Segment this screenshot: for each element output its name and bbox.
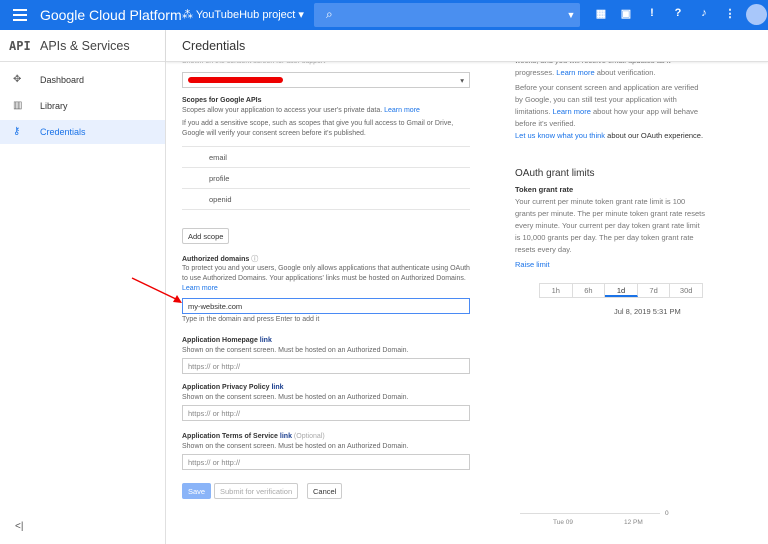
token-rate-title: Token grant rate — [515, 185, 574, 194]
red-arrow-annotation — [131, 277, 182, 303]
dashboard-icon: ✥ — [13, 74, 22, 85]
feedback-link[interactable]: Let us know what you think — [515, 131, 605, 140]
raise-limit-link[interactable]: Raise limit — [515, 259, 705, 271]
chevron-down-icon: ▾ — [460, 76, 464, 85]
x-tick: 12 PM — [624, 519, 643, 526]
add-scope-button[interactable]: Add scope — [182, 228, 230, 244]
page-header: Credentials — [166, 30, 768, 62]
bell-icon[interactable]: ♪ — [697, 7, 711, 19]
label: Library — [40, 101, 68, 111]
text: about verification. — [596, 68, 656, 77]
scopes-title: Scopes for Google APIs — [182, 97, 262, 104]
brand-title[interactable]: Google Cloud Platform — [40, 7, 182, 23]
domain-hint: Type in the domain and press Enter to ad… — [182, 316, 320, 323]
project-icon: ⁂ — [182, 9, 196, 21]
search-dropdown-icon[interactable]: ▼ — [562, 3, 580, 27]
tos-input[interactable]: https:// or http:// — [182, 454, 470, 470]
homepage-input[interactable]: https:// or http:// — [182, 358, 470, 374]
tos-title: Application Terms of Service link (Optio… — [182, 433, 325, 440]
grant-limits-title: OAuth grant limits — [515, 168, 595, 179]
label: Credentials — [40, 127, 86, 137]
search-input[interactable]: ⌕ ▼ — [314, 3, 580, 27]
support-email-select[interactable]: ▾ — [182, 72, 470, 88]
collapse-sidebar-icon[interactable]: <| — [15, 521, 23, 532]
domains-desc: To protect you and your users, Google on… — [182, 265, 470, 282]
x-tick: Tue 09 — [553, 519, 573, 526]
key-icon: ⚷ — [13, 126, 21, 137]
scopes-note: If you add a sensitive scope, such as sc… — [182, 120, 454, 137]
scope-row: openid — [182, 189, 470, 210]
sidebar-title: APIs & Services — [40, 39, 130, 53]
library-icon: ▥ — [13, 100, 23, 111]
gift-icon[interactable]: ▦ — [594, 7, 608, 20]
learn-more-link[interactable]: Learn more — [384, 107, 420, 114]
tos-hint: Shown on the consent screen. Must be hos… — [182, 443, 409, 450]
authorized-domain-input[interactable]: my-website.com — [182, 298, 470, 314]
scope-row: profile — [182, 168, 470, 189]
search-icon: ⌕ — [326, 7, 333, 21]
scopes-list: email profile openid — [182, 146, 470, 210]
label: Dashboard — [40, 75, 85, 85]
top-bar: Google Cloud Platform ⁂ YouTubeHub proje… — [0, 0, 768, 30]
help-icon[interactable]: ⓘ — [251, 256, 258, 263]
token-rate-desc: Your current per minute token grant rate… — [515, 197, 705, 254]
tab-30d[interactable]: 30d — [670, 284, 702, 297]
homepage-title: Application Homepage link — [182, 337, 272, 344]
domains-title: Authorized domains ⓘ — [182, 256, 259, 263]
tab-1d[interactable]: 1d — [605, 284, 638, 297]
sidebar-item-library[interactable]: ▥ Library — [0, 94, 165, 118]
privacy-hint: Shown on the consent screen. Must be hos… — [182, 394, 409, 401]
avatar[interactable] — [746, 4, 767, 25]
privacy-title: Application Privacy Policy link — [182, 384, 284, 391]
more-icon[interactable]: ⋮ — [723, 7, 737, 20]
tab-7d[interactable]: 7d — [638, 284, 671, 297]
page-title: Credentials — [182, 39, 246, 53]
cloud-shell-icon[interactable]: ▣ — [619, 7, 633, 20]
help-icon[interactable]: ? — [671, 7, 685, 19]
y-tick: 0 — [665, 510, 669, 517]
homepage-hint: Shown on the consent screen. Must be hos… — [182, 347, 409, 354]
time-range-tabs: 1h 6h 1d 7d 30d — [539, 283, 703, 298]
scopes-desc: Scopes allow your application to access … — [182, 107, 383, 114]
save-button[interactable]: Save — [182, 483, 212, 499]
redaction — [188, 77, 283, 83]
menu-icon[interactable] — [13, 9, 27, 21]
text: about our OAuth experience. — [607, 131, 704, 140]
sidebar-item-dashboard[interactable]: ✥ Dashboard — [0, 68, 165, 92]
learn-more-link[interactable]: Learn more — [182, 285, 218, 292]
project-name: YouTubeHub project — [195, 9, 296, 21]
scope-row: email — [182, 147, 470, 168]
chart-axis — [520, 513, 660, 514]
project-selector[interactable]: ⁂ YouTubeHub project ▾ — [182, 8, 304, 21]
submit-verification-button[interactable]: Submit for verification — [214, 483, 299, 499]
tab-1h[interactable]: 1h — [540, 284, 573, 297]
chevron-down-icon: ▾ — [295, 9, 304, 21]
tab-6h[interactable]: 6h — [573, 284, 606, 297]
learn-more-link[interactable]: Learn more — [553, 107, 591, 116]
timestamp: Jul 8, 2019 5:31 PM — [614, 307, 681, 316]
api-logo: API — [9, 39, 31, 53]
sidebar-item-credentials[interactable]: ⚷ Credentials — [0, 120, 165, 144]
privacy-input[interactable]: https:// or http:// — [182, 405, 470, 421]
feedback-icon[interactable]: ! — [645, 7, 659, 19]
learn-more-link[interactable]: Learn more — [556, 68, 594, 77]
cancel-button[interactable]: Cancel — [307, 483, 343, 499]
